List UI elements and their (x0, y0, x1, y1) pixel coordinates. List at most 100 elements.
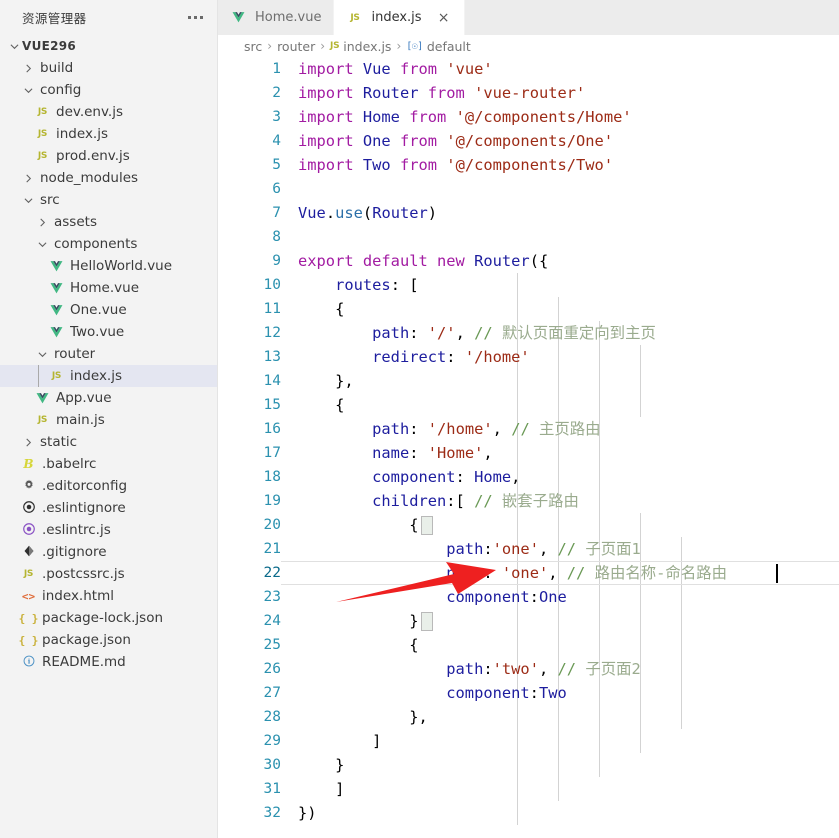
js-icon: JS (350, 12, 360, 23)
tree-item-label: index.js (70, 368, 123, 384)
tree-item-postcssrc-js[interactable]: JS .postcssrc.js (0, 563, 217, 585)
chevron-down-icon[interactable] (20, 86, 36, 95)
tree-item-eslintrc-js[interactable]: .eslintrc.js (0, 519, 217, 541)
code-line[interactable]: 30 } (218, 753, 839, 777)
file-type-icon: JS (20, 569, 37, 579)
code-token: component (446, 588, 530, 606)
code-line[interactable]: 7 Vue.use(Router) (218, 201, 839, 225)
tree-item-prod-env-js[interactable]: JS prod.env.js (0, 145, 217, 167)
tree-item-readme-md[interactable]: i README.md (0, 651, 217, 673)
line-number: 2 (272, 85, 281, 101)
breadcrumb-item-index-js[interactable]: JS index.js (330, 39, 391, 54)
line-number: 31 (263, 781, 281, 797)
tree-item-app-vue[interactable]: App.vue (0, 387, 217, 409)
code-token: { (298, 300, 345, 318)
code-line[interactable]: 21 path:'one', // 子页面1 (218, 537, 839, 561)
code-line[interactable]: 16 path: '/home', // 主页路由 (218, 417, 839, 441)
code-line[interactable]: 3 import Home from '@/components/Home' (218, 105, 839, 129)
code-line[interactable]: 4 import One from '@/components/One' (218, 129, 839, 153)
code-line[interactable]: 27 component:Two (218, 681, 839, 705)
chevron-right-icon[interactable] (34, 218, 50, 227)
code-line[interactable]: 26 path:'two', // 子页面2 (218, 657, 839, 681)
tab-index-js[interactable]: JS index.js × (334, 0, 465, 35)
code-line[interactable]: 2 import Router from 'vue-router' (218, 81, 839, 105)
code-line[interactable]: 13 redirect: '/home' (218, 345, 839, 369)
tree-item-package-json[interactable]: { } package.json (0, 629, 217, 651)
code-line[interactable]: 8 (218, 225, 839, 249)
breadcrumb-item-src[interactable]: src (244, 39, 262, 54)
code-token: Router (372, 204, 428, 222)
tree-item-dev-env-js[interactable]: JS dev.env.js (0, 101, 217, 123)
file-type-icon: JS (34, 151, 51, 161)
tree-item-static[interactable]: static (0, 431, 217, 453)
tree-item-two-vue[interactable]: Two.vue (0, 321, 217, 343)
code-line[interactable]: 24 }, (218, 609, 839, 633)
chevron-down-icon[interactable] (34, 240, 50, 249)
code-line[interactable]: 28 }, (218, 705, 839, 729)
tree-item-babelrc[interactable]: B .babelrc (0, 453, 217, 475)
code-line[interactable]: 31 ] (218, 777, 839, 801)
code-line[interactable]: 23 component:One (218, 585, 839, 609)
chevron-down-icon[interactable] (20, 196, 36, 205)
chevron-down-icon[interactable] (6, 42, 22, 51)
chevron-down-icon[interactable] (34, 350, 50, 359)
tree-item-index-js[interactable]: JS index.js (0, 365, 217, 387)
tree-item-router[interactable]: router (0, 343, 217, 365)
tree-item-assets[interactable]: assets (0, 211, 217, 233)
bracket-match-highlight (420, 612, 433, 631)
tree-item-package-lock-json[interactable]: { } package-lock.json (0, 607, 217, 629)
tree-item-helloworld-vue[interactable]: HelloWorld.vue (0, 255, 217, 277)
chevron-right-icon[interactable] (20, 438, 36, 447)
line-number: 29 (263, 733, 281, 749)
code-line[interactable]: 25 { (218, 633, 839, 657)
code-line[interactable]: 5 import Two from '@/components/Two' (218, 153, 839, 177)
tree-item-one-vue[interactable]: One.vue (0, 299, 217, 321)
code-line[interactable]: 29 ] (218, 729, 839, 753)
tree-item-eslintignore[interactable]: .eslintignore (0, 497, 217, 519)
close-icon[interactable]: × (436, 10, 452, 26)
code-line[interactable]: 15 { (218, 393, 839, 417)
more-actions-icon[interactable] (184, 10, 207, 25)
code-line[interactable]: 1 import Vue from 'vue' (218, 57, 839, 81)
code-line[interactable]: 9 export default new Router({ (218, 249, 839, 273)
tree-item-components[interactable]: components (0, 233, 217, 255)
tree-item-src[interactable]: src (0, 189, 217, 211)
chevron-right-icon[interactable] (20, 64, 36, 73)
tree-item-home-vue[interactable]: Home.vue (0, 277, 217, 299)
tree-item-main-js[interactable]: JS main.js (0, 409, 217, 431)
line-number: 1 (272, 61, 281, 77)
tree-item-label: components (54, 236, 138, 252)
tree-item-gitignore[interactable]: .gitignore (0, 541, 217, 563)
code-line[interactable]: 19 children:[ // 嵌套子路由 (218, 489, 839, 513)
code-line[interactable]: 17 name: 'Home', (218, 441, 839, 465)
code-line[interactable]: 14 }, (218, 369, 839, 393)
code-line[interactable]: 20 { (218, 513, 839, 537)
tree-item-index-js[interactable]: JS index.js (0, 123, 217, 145)
code-line[interactable]: 11 { (218, 297, 839, 321)
code-token: : (483, 564, 502, 582)
tab-home-vue[interactable]: Home.vue (218, 0, 335, 35)
breadcrumb-item-router[interactable]: router (277, 39, 315, 54)
tree-item-index-html[interactable]: <> index.html (0, 585, 217, 607)
code-line[interactable]: 32}) (218, 801, 839, 825)
code-editor[interactable]: 1 import Vue from 'vue' 2 import Router fro… (218, 57, 839, 838)
tree-item-config[interactable]: config (0, 79, 217, 101)
tree-item-label: HelloWorld.vue (70, 258, 173, 274)
tree-root[interactable]: VUE296 (0, 35, 217, 57)
tree-item-editorconfig[interactable]: .editorconfig (0, 475, 217, 497)
code-line[interactable]: 12 path: '/', // 默认页面重定向到主页 (218, 321, 839, 345)
chevron-right-icon[interactable] (20, 174, 36, 183)
breadcrumb-item-default[interactable]: [☉] default (406, 39, 471, 54)
tree-item-node-modules[interactable]: node_modules (0, 167, 217, 189)
tree-item-build[interactable]: build (0, 57, 217, 79)
line-number: 8 (272, 229, 281, 245)
code-line[interactable]: 6 (218, 177, 839, 201)
code-token: 'one' (501, 564, 549, 582)
code-line[interactable]: 18 component: Home, (218, 465, 839, 489)
tree-item-label: prod.env.js (56, 148, 130, 164)
code-line[interactable]: 10 routes: [ (218, 273, 839, 297)
code-token: : [ (390, 276, 419, 294)
code-line[interactable]: 22 name: 'one', // 路由名称-命名路由 (218, 561, 839, 585)
line-number: 17 (263, 445, 281, 461)
